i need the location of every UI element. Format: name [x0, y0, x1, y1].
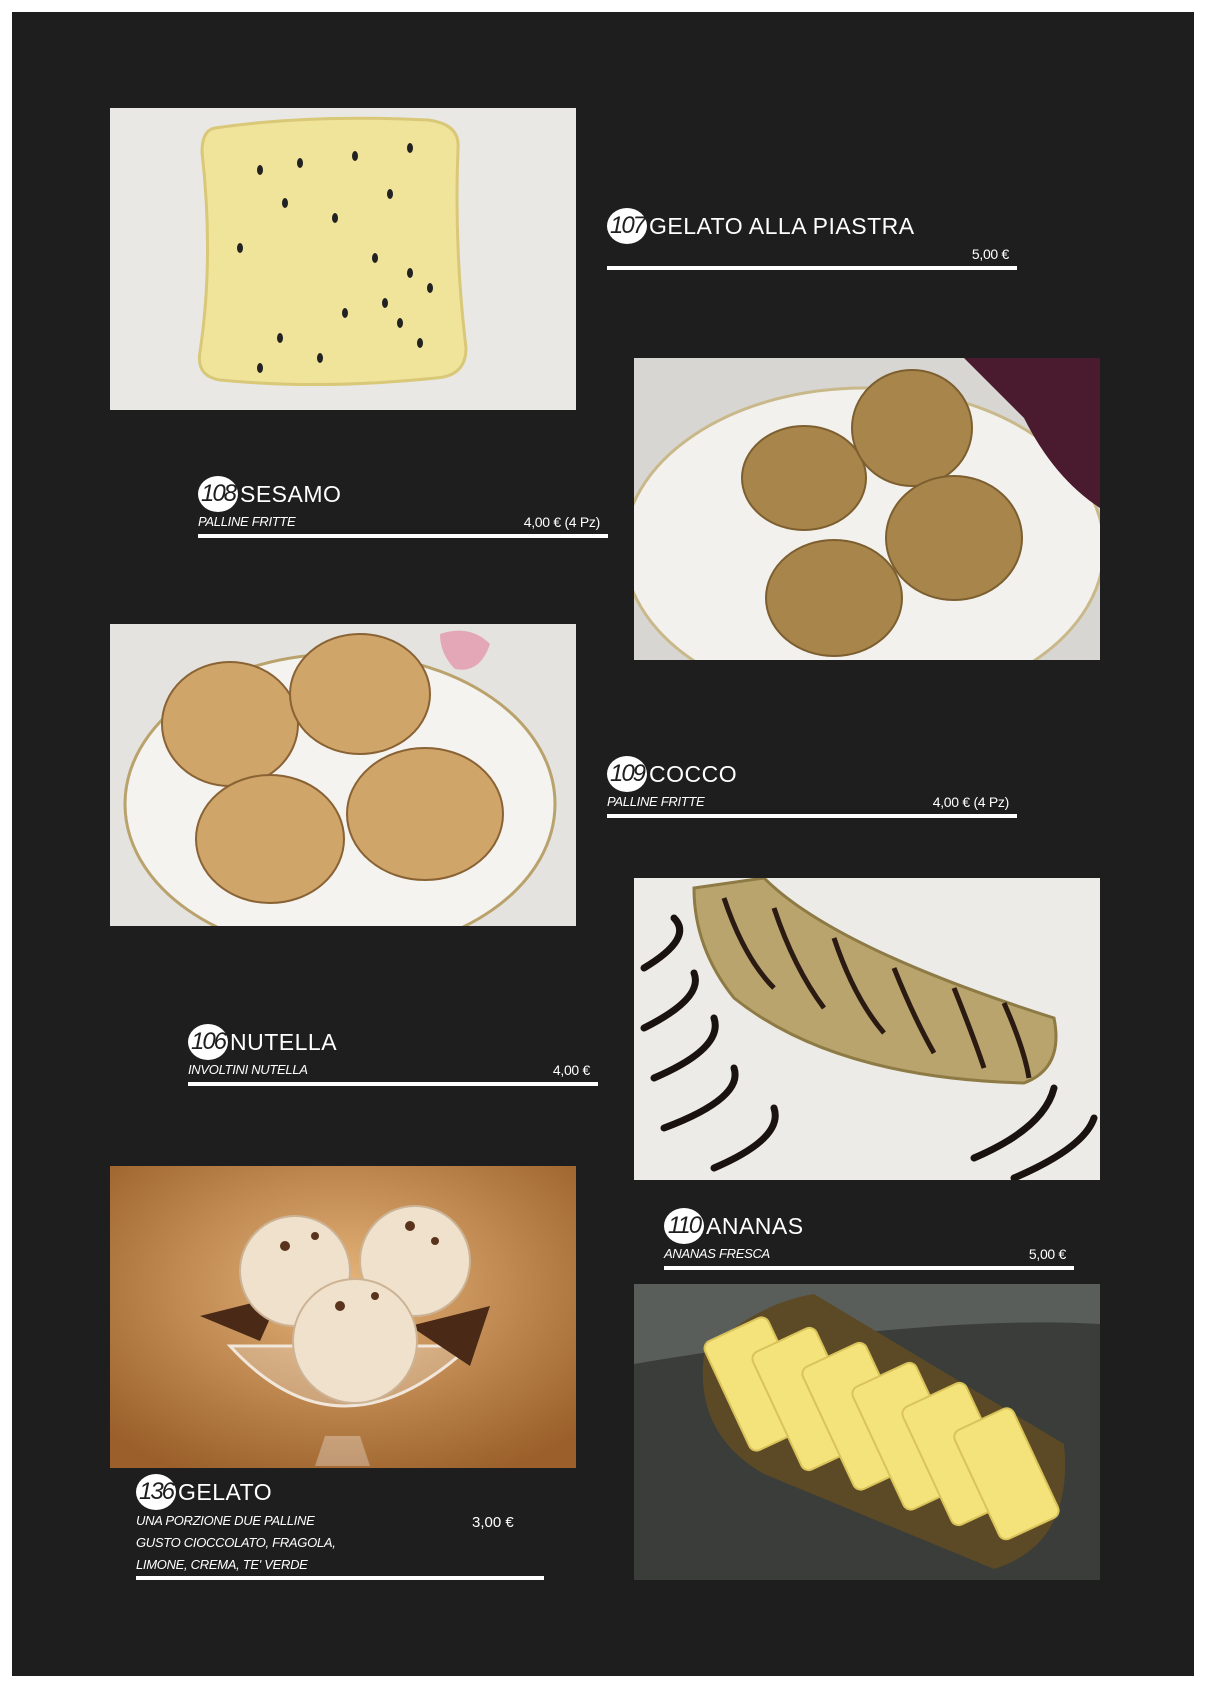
- item-name: ANANAS: [706, 1212, 804, 1239]
- menu-item-108: 108 SESAMO PALLINE FRITTE 4,00 € (4 Pz): [198, 476, 608, 538]
- menu-page: 107 GELATO ALLA PIASTRA 5,00 € 108 SESAM…: [12, 12, 1194, 1676]
- photo-sesamo: [634, 358, 1100, 660]
- item-price: 4,00 €: [552, 1062, 590, 1078]
- item-name: NUTELLA: [230, 1028, 338, 1055]
- divider: [188, 1082, 598, 1086]
- item-price: 3,00 €: [472, 1514, 514, 1531]
- divider: [198, 534, 608, 538]
- item-description: INVOLTINI NUTELLA: [188, 1062, 308, 1077]
- menu-item-109: 109 COCCO PALLINE FRITTE 4,00 € (4 Pz): [607, 756, 1017, 818]
- item-description: PALLINE FRITTE: [198, 514, 296, 529]
- photo-cocco: [110, 624, 576, 926]
- divider: [664, 1266, 1074, 1270]
- item-number-badge: 136: [136, 1474, 176, 1510]
- item-price: 5,00 €: [971, 246, 1009, 262]
- item-price: 4,00 € (4 Pz): [932, 794, 1010, 810]
- item-price: 4,00 € (4 Pz): [523, 514, 601, 530]
- photo-gelato-alla-piastra: [110, 108, 576, 410]
- menu-item-106: 106 NUTELLA INVOLTINI NUTELLA 4,00 €: [188, 1024, 598, 1086]
- item-description: PALLINE FRITTE: [607, 794, 705, 809]
- description-line: LIMONE, CREMA, TE' VERDE: [136, 1557, 308, 1572]
- divider: [607, 814, 1017, 818]
- description-line: GUSTO CIOCCOLATO, FRAGOLA,: [136, 1535, 336, 1550]
- item-number-badge: 107: [607, 208, 647, 244]
- item-name: GELATO: [178, 1478, 273, 1505]
- item-description: ANANAS FRESCA: [664, 1246, 770, 1261]
- menu-item-110: 110 ANANAS ANANAS FRESCA 5,00 €: [664, 1208, 1074, 1270]
- item-number-badge: 108: [198, 476, 238, 512]
- menu-item-107: 107 GELATO ALLA PIASTRA 5,00 €: [607, 208, 1017, 270]
- item-name: SESAMO: [240, 480, 342, 507]
- item-name: COCCO: [649, 760, 738, 787]
- photo-ananas: [634, 1284, 1100, 1580]
- photo-nutella: [634, 878, 1100, 1180]
- item-number-badge: 106: [188, 1024, 228, 1060]
- item-number-badge: 109: [607, 756, 647, 792]
- item-number-badge: 110: [664, 1208, 704, 1244]
- divider: [136, 1576, 544, 1580]
- item-price: 5,00 €: [1028, 1246, 1066, 1262]
- divider: [607, 266, 1017, 270]
- item-name: GELATO ALLA PIASTRA: [649, 212, 915, 239]
- photo-gelato: [110, 1166, 576, 1468]
- menu-item-136: 136 GELATO UNA PORZIONE DUE PALLINE GUST…: [136, 1474, 544, 1580]
